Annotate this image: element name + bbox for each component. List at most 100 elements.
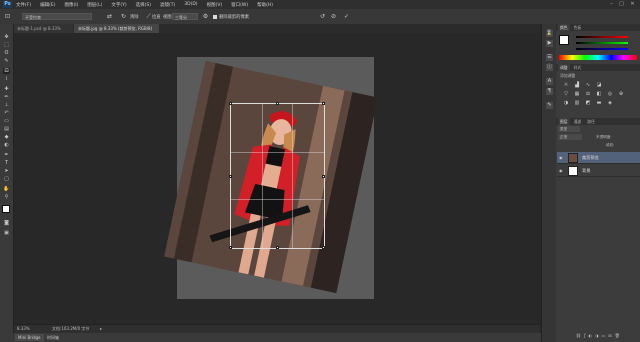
menu-image[interactable]: 图像(I) xyxy=(64,2,78,8)
cancel-icon[interactable]: ⊘ xyxy=(330,13,337,20)
screen-mode-icon[interactable]: ▣ xyxy=(3,230,10,236)
menu-file[interactable]: 文件(F) xyxy=(16,2,31,8)
eye-icon[interactable]: ◉ xyxy=(559,168,564,173)
crop-box[interactable] xyxy=(229,102,325,249)
tab-untitled-jpg[interactable]: 未标题.jpg @ 8.33% (裁剪预览, RGB/8) × xyxy=(74,24,159,40)
levels-icon[interactable]: ▟ xyxy=(573,82,581,88)
tab-untitled-psd[interactable]: 未标题-1.psd @ 8.33%(RGB/8) × xyxy=(13,24,73,40)
tab-layers[interactable]: 图层 xyxy=(558,118,570,125)
layer-row-background[interactable]: ◉ 背景 xyxy=(557,165,640,177)
swap-icon[interactable]: ⇄ xyxy=(106,13,113,20)
maximize-button[interactable]: □ xyxy=(618,1,625,7)
crop-handle-top[interactable] xyxy=(276,102,279,105)
black-white-icon[interactable]: ◧ xyxy=(595,91,603,97)
zoom-level[interactable]: 8.33% xyxy=(17,325,30,333)
green-slider[interactable] xyxy=(576,42,628,44)
link-icon[interactable]: ⛓ xyxy=(576,333,584,338)
quick-mask-icon[interactable]: ◙ xyxy=(3,220,10,226)
crop-handle-left[interactable] xyxy=(229,175,232,178)
eye-icon[interactable]: ◉ xyxy=(559,155,564,160)
crop-handle-bottom[interactable] xyxy=(276,246,279,249)
quick-select-tool-icon[interactable]: ✎ xyxy=(3,58,10,64)
actions-panel-icon[interactable]: ▶ xyxy=(546,40,553,47)
tab-color[interactable]: 颜色 xyxy=(558,24,570,31)
tab-channels[interactable]: 通道 xyxy=(572,118,584,125)
gradient-tool-icon[interactable]: ▤ xyxy=(3,126,10,132)
menu-help[interactable]: 帮助(H) xyxy=(257,2,273,8)
paragraph-panel-icon[interactable]: ¶ xyxy=(546,88,553,95)
tab-mini-bridge[interactable]: Mini Bridge xyxy=(15,334,44,341)
channel-mixer-icon[interactable]: ⊕ xyxy=(617,91,625,97)
crop-handle-top-right[interactable] xyxy=(322,102,325,105)
type-tool-icon[interactable]: T xyxy=(3,160,10,166)
move-tool-icon[interactable]: ✥ xyxy=(3,34,10,40)
history-panel-icon[interactable]: ⌛ xyxy=(546,30,553,37)
gear-icon[interactable]: ⚙ xyxy=(202,13,209,20)
tab-timeline[interactable]: 时间轴 xyxy=(44,334,62,341)
posterize-icon[interactable]: ▥ xyxy=(573,100,581,106)
fg-color-chip[interactable] xyxy=(559,35,569,45)
properties-panel-icon[interactable]: ☰ xyxy=(546,54,553,61)
crop-handle-right[interactable] xyxy=(322,175,325,178)
menu-filter[interactable]: 滤镜(T) xyxy=(160,2,175,8)
layer-filter-select[interactable]: 类型 xyxy=(558,126,580,132)
menu-view[interactable]: 视图(V) xyxy=(207,2,223,8)
straighten-icon[interactable]: ⟋ xyxy=(145,13,152,20)
tab-swatches[interactable]: 色板 xyxy=(572,24,584,31)
hue-sat-icon[interactable]: ▦ xyxy=(573,91,581,97)
crop-tool-icon[interactable]: ⊡ xyxy=(3,68,10,74)
history-brush-tool-icon[interactable]: ↶ xyxy=(3,110,10,116)
hand-tool-icon[interactable]: ✋ xyxy=(3,186,10,192)
crop-icon[interactable]: ⊡ xyxy=(4,13,11,20)
crop-preset-select[interactable]: 不受约束 xyxy=(22,13,92,20)
invert-icon[interactable]: ◑ xyxy=(562,100,570,106)
path-select-tool-icon[interactable]: ➤ xyxy=(3,168,10,174)
pen-tool-icon[interactable]: ✒ xyxy=(3,152,10,158)
crop-handle-top-left[interactable] xyxy=(229,102,232,105)
clear-button[interactable]: 清除 xyxy=(130,14,139,20)
menu-select[interactable]: 选择(S) xyxy=(136,2,151,8)
layer-row-crop-preview[interactable]: ◉ 裁剪预览 xyxy=(557,152,640,164)
commit-icon[interactable]: ✓ xyxy=(343,13,350,20)
menu-3d[interactable]: 3D(D) xyxy=(184,2,197,7)
red-slider[interactable] xyxy=(576,36,628,38)
view-select[interactable]: 三等分 xyxy=(172,13,198,20)
minimize-button[interactable]: – xyxy=(608,1,615,7)
shape-tool-icon[interactable]: ▢ xyxy=(3,176,10,182)
marquee-tool-icon[interactable]: ⬚ xyxy=(3,42,10,48)
healing-tool-icon[interactable]: ✚ xyxy=(3,86,10,92)
status-menu-icon[interactable]: ▸ xyxy=(100,325,102,333)
eyedropper-tool-icon[interactable]: ⌇ xyxy=(3,76,10,82)
tab-adjustments[interactable]: 调整 xyxy=(558,64,570,71)
crop-handle-bottom-left[interactable] xyxy=(229,246,232,249)
selective-color-icon[interactable]: ◈ xyxy=(606,100,614,106)
character-panel-icon[interactable]: A xyxy=(546,78,553,85)
color-spectrum[interactable] xyxy=(559,55,637,60)
eraser-tool-icon[interactable]: ▭ xyxy=(3,118,10,124)
menu-layer[interactable]: 图层(L) xyxy=(87,2,102,8)
trash-icon[interactable]: 🗑 xyxy=(615,333,623,338)
blend-mode-select[interactable]: 正常 xyxy=(558,134,582,140)
menu-window[interactable]: 窗口(W) xyxy=(231,2,248,8)
undo-icon[interactable]: ↺ xyxy=(319,13,326,20)
close-button[interactable]: ✕ xyxy=(629,1,636,7)
gradient-map-icon[interactable]: ▬ xyxy=(595,100,603,106)
menu-type[interactable]: 文字(Y) xyxy=(111,2,126,8)
delete-pixels-checkbox[interactable] xyxy=(213,15,217,19)
rotate-icon[interactable]: ↻ xyxy=(120,13,127,20)
tab-paths[interactable]: 路径 xyxy=(585,118,597,125)
brush-tool-icon[interactable]: ✏ xyxy=(3,94,10,100)
blur-tool-icon[interactable]: ◆ xyxy=(3,134,10,140)
dodge-tool-icon[interactable]: ◐ xyxy=(3,142,10,148)
clone-stamp-tool-icon[interactable]: ⊥ xyxy=(3,102,10,108)
lasso-tool-icon[interactable]: ʘ xyxy=(3,50,10,56)
info-panel-icon[interactable]: ⓘ xyxy=(546,64,553,71)
menu-edit[interactable]: 编辑(E) xyxy=(40,2,55,8)
threshold-icon[interactable]: ◩ xyxy=(584,100,592,106)
brightness-icon[interactable]: ☼ xyxy=(562,82,570,88)
zoom-tool-icon[interactable]: ⚲ xyxy=(3,194,10,200)
color-balance-icon[interactable]: ⚖ xyxy=(584,91,592,97)
photo-filter-icon[interactable]: ◎ xyxy=(606,91,614,97)
foreground-color-swatch[interactable] xyxy=(2,205,10,213)
vibrance-icon[interactable]: ▽ xyxy=(562,91,570,97)
